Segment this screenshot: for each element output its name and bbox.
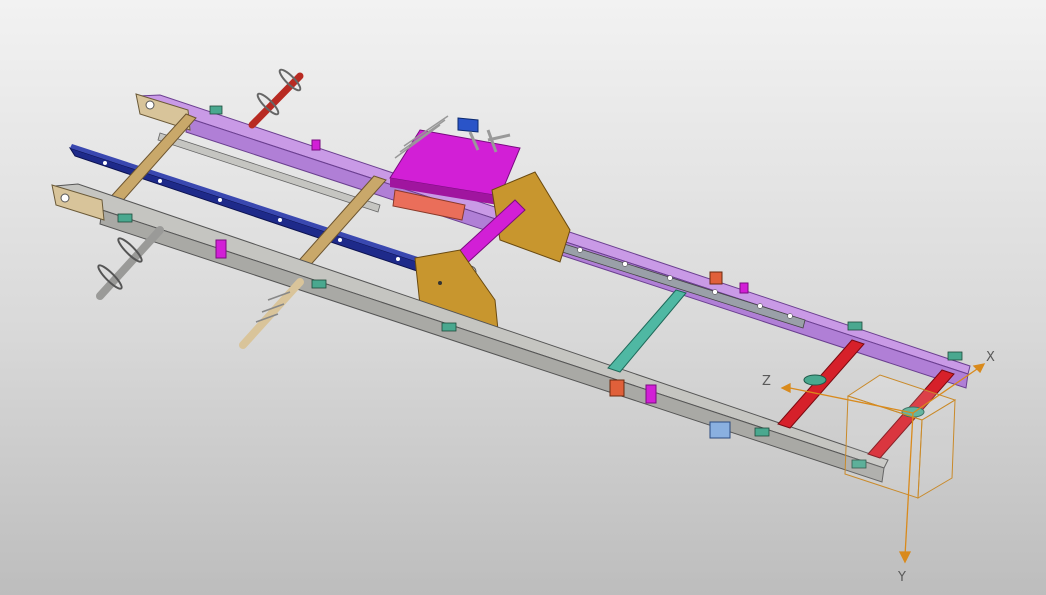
red-axle-pin[interactable] (248, 67, 304, 129)
bounding-box (844, 374, 957, 499)
magenta-clip-4 (311, 139, 321, 151)
red-crossbar-1-bushing (803, 374, 827, 386)
assembly-scene[interactable] (0, 0, 1046, 595)
magenta-clip-1 (215, 239, 227, 259)
lilac-rail-end-hole (145, 100, 155, 110)
gusset-hole (438, 281, 442, 285)
orange-bracket-1 (609, 379, 625, 397)
gray-axle-pin[interactable] (96, 226, 164, 300)
magenta-clip-2 (645, 384, 657, 404)
blue-clamp[interactable] (457, 117, 479, 133)
x-axis-label: X (986, 350, 995, 365)
cad-3d-viewport[interactable]: X Y Z (0, 0, 1046, 595)
gray-front-rail-top[interactable] (53, 183, 889, 469)
gray-rail-end-hole (60, 193, 70, 203)
z-axis-label: Z (762, 374, 771, 389)
y-axis-label: Y (898, 570, 906, 585)
blue-bracket (709, 421, 731, 439)
orange-bracket-2 (709, 271, 723, 285)
teal-crossbar[interactable] (607, 289, 687, 373)
magenta-clip-3 (739, 282, 749, 294)
tan-axle-pin[interactable] (239, 278, 304, 349)
